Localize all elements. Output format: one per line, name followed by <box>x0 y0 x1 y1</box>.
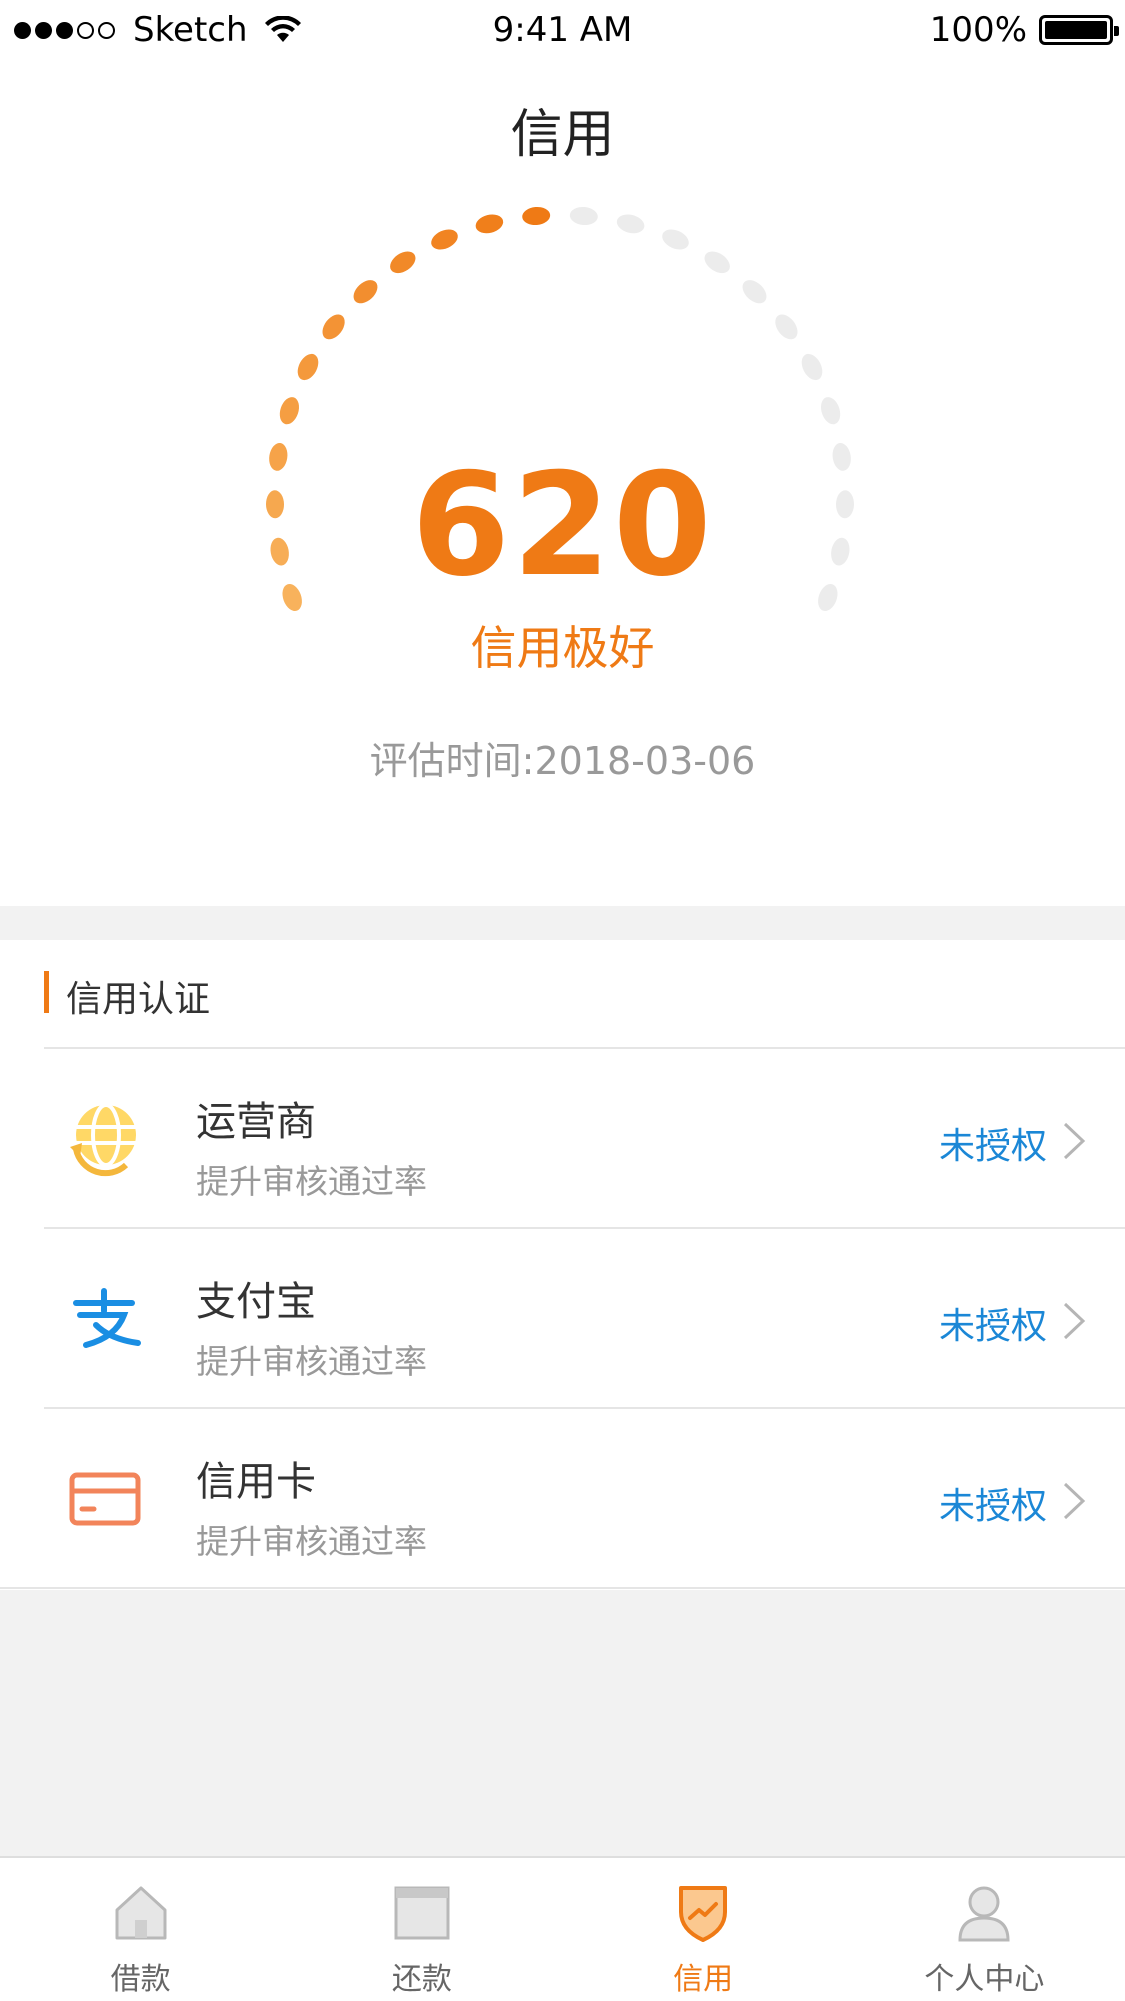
credit-level: 信用极好 <box>470 621 655 675</box>
tab-repay[interactable]: 还款 <box>281 1858 562 2001</box>
gauge-segment <box>475 214 504 234</box>
gauge-segment <box>353 280 378 304</box>
gauge-segment <box>801 353 823 381</box>
list-item-carrier[interactable]: 运营商 提升审核通过率 未授权 <box>44 1047 1125 1227</box>
gauge-segment <box>616 214 645 234</box>
gauge-segment <box>322 314 345 340</box>
gauge-segment <box>569 206 598 226</box>
gauge-segment <box>390 251 416 274</box>
gauge-segment <box>775 314 798 340</box>
gauge-segment <box>820 397 841 425</box>
gauge-segment <box>279 397 300 425</box>
tab-label: 信用 <box>673 1962 734 1997</box>
section-accent-bar <box>44 971 49 1013</box>
gauge-segment <box>522 206 551 226</box>
gauge-segment <box>662 229 689 250</box>
credit-auth-header: 信用认证 <box>0 940 1125 1048</box>
tab-label: 还款 <box>391 1962 452 1997</box>
person-icon <box>958 1886 1010 1942</box>
tab-bar: 借款 还款 信用 个人中心 <box>0 1856 1125 2001</box>
credit-score: 620 <box>411 443 714 608</box>
tab-credit[interactable]: 信用 <box>563 1858 844 2001</box>
item-title: 支付宝 <box>196 1279 316 1325</box>
gauge-segment <box>297 353 319 381</box>
item-title: 运营商 <box>196 1099 316 1145</box>
gauge-segment <box>431 229 458 250</box>
auth-status[interactable]: 未授权 <box>939 1477 1047 1529</box>
tab-profile[interactable]: 个人中心 <box>844 1858 1125 2001</box>
chevron-right-icon <box>1063 1122 1086 1160</box>
globe-refresh-icon <box>70 1103 136 1177</box>
credit-auth-list: 运营商 提升审核通过率 未授权 支付宝 提升审核通过率 未授权 信用卡 提升审核… <box>0 1047 1125 1589</box>
shield-chart-icon <box>679 1886 728 1942</box>
section-divider <box>0 906 1125 940</box>
credit-card-icon <box>69 1472 141 1526</box>
item-title: 信用卡 <box>196 1459 316 1505</box>
evaluation-time: 评估时间:2018-03-06 <box>369 739 756 783</box>
section-title: 信用认证 <box>66 979 211 1020</box>
empty-area <box>0 1590 1125 1856</box>
tab-label: 个人中心 <box>924 1962 1045 1997</box>
gauge-segment <box>704 251 730 274</box>
house-icon <box>115 1886 167 1940</box>
item-subtitle: 提升审核通过率 <box>196 1162 427 1201</box>
list-item-credit-card[interactable]: 信用卡 提升审核通过率 未授权 <box>44 1407 1125 1587</box>
chevron-right-icon <box>1063 1302 1086 1340</box>
bill-icon <box>394 1886 450 1940</box>
gauge-segment <box>742 280 767 304</box>
item-subtitle: 提升审核通过率 <box>196 1342 427 1381</box>
list-item-alipay[interactable]: 支付宝 提升审核通过率 未授权 <box>44 1227 1125 1407</box>
tab-borrow[interactable]: 借款 <box>0 1858 281 2001</box>
auth-status[interactable]: 未授权 <box>939 1117 1047 1169</box>
tab-label: 借款 <box>110 1962 171 1997</box>
chevron-right-icon <box>1063 1482 1086 1520</box>
auth-status[interactable]: 未授权 <box>939 1297 1047 1349</box>
alipay-icon <box>73 1288 141 1348</box>
item-subtitle: 提升审核通过率 <box>196 1522 427 1561</box>
